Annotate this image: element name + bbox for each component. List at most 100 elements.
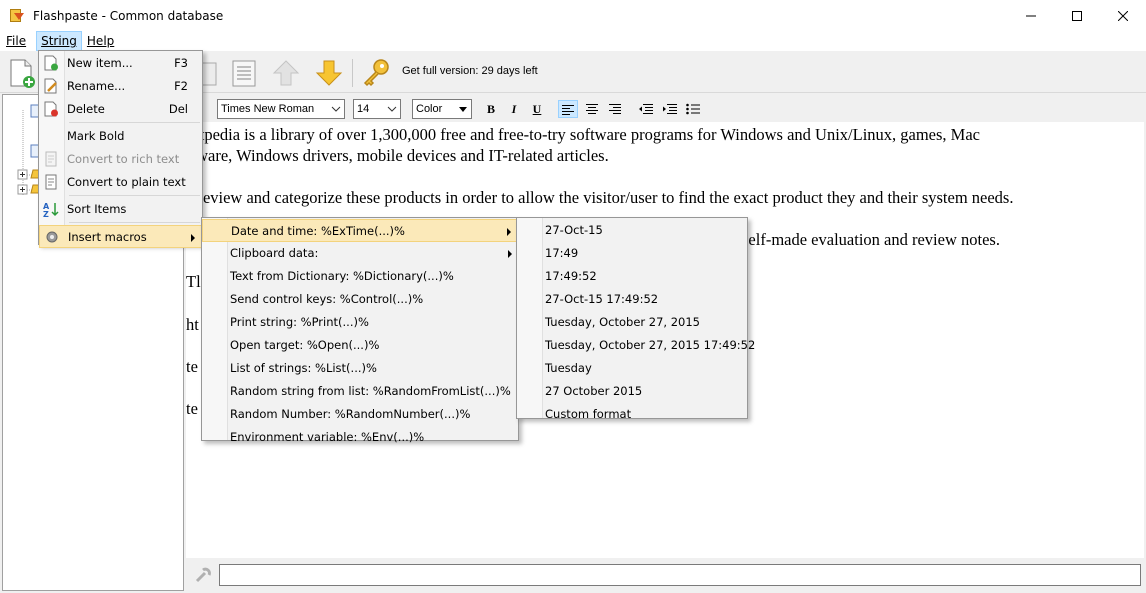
close-button[interactable] — [1100, 0, 1146, 31]
editor-line: e review and categorize these products i… — [186, 188, 1014, 207]
maximize-button[interactable] — [1054, 0, 1100, 31]
dropdown-arrow-icon — [459, 107, 467, 112]
new-document-icon[interactable] — [6, 57, 38, 89]
move-up-icon[interactable] — [270, 57, 302, 89]
menu-rename[interactable]: Rename... F2 — [39, 75, 202, 98]
align-center-button[interactable] — [582, 100, 602, 118]
submenu-arrow-icon — [507, 228, 511, 236]
italic-button[interactable]: I — [504, 100, 524, 118]
menu-delete-label: Delete — [67, 102, 105, 116]
font-family-select[interactable]: Times New Roman — [217, 99, 345, 119]
menu-convert-plain-text[interactable]: Convert to plain text — [39, 171, 202, 194]
editor-line: ht — [186, 315, 199, 334]
chevron-down-icon — [387, 106, 397, 112]
menu-string-label: String — [41, 34, 77, 48]
datetime-option-label: 27 October 2015 — [545, 384, 643, 398]
macro-control-keys[interactable]: Send control keys: %Control(...)% — [202, 288, 518, 311]
close-icon — [1118, 10, 1128, 21]
align-right-icon — [609, 104, 621, 114]
datetime-option-label: 27-Oct-15 — [545, 223, 603, 237]
menu-rename-shortcut: F2 — [174, 79, 188, 93]
chevron-down-icon — [331, 106, 341, 112]
plain-text-icon — [45, 174, 57, 190]
menu-mark-bold[interactable]: Mark Bold — [39, 125, 202, 148]
menu-help[interactable]: Help — [82, 31, 119, 51]
align-right-button[interactable] — [605, 100, 625, 118]
macro-environment[interactable]: Environment variable: %Env(...)% — [202, 426, 518, 449]
menu-delete-shortcut: Del — [168, 102, 188, 116]
bottom-bar — [186, 558, 1144, 591]
quick-input-field[interactable] — [219, 564, 1141, 586]
menu-mark-bold-label: Mark Bold — [67, 129, 125, 143]
editor-line: self-made evaluation and review notes. — [742, 230, 1000, 249]
color-select[interactable]: Color — [412, 99, 472, 119]
move-down-icon[interactable] — [313, 57, 345, 89]
datetime-option[interactable]: Tuesday — [517, 357, 747, 380]
macro-open-label: Open target: %Open(...)% — [230, 338, 380, 352]
delete-icon — [44, 101, 58, 117]
bullet-list-button[interactable] — [683, 100, 703, 118]
menu-convert-rich-text[interactable]: Convert to rich text — [39, 148, 202, 171]
macro-open[interactable]: Open target: %Open(...)% — [202, 334, 518, 357]
menu-file[interactable]: File — [1, 31, 31, 51]
submenu-arrow-icon — [508, 250, 512, 258]
outdent-button[interactable] — [636, 100, 656, 118]
maximize-icon — [1072, 10, 1082, 21]
trial-notice[interactable]: Get full version: 29 days left — [402, 65, 538, 77]
datetime-option[interactable]: 17:49 — [517, 242, 747, 265]
menu-new-item[interactable]: New item... F3 — [39, 52, 202, 75]
datetime-option[interactable]: 27-Oct-15 — [517, 219, 747, 242]
align-center-icon — [586, 104, 598, 114]
menu-insert-macros-label: Insert macros — [68, 230, 147, 244]
svg-text:Z: Z — [43, 210, 49, 217]
macro-dictionary[interactable]: Text from Dictionary: %Dictionary(...)% — [202, 265, 518, 288]
macro-random-from-list[interactable]: Random string from list: %RandomFromList… — [202, 380, 518, 403]
document-list-icon[interactable] — [228, 57, 260, 89]
datetime-custom-format[interactable]: Custom format — [517, 403, 747, 426]
macro-print[interactable]: Print string: %Print(...)% — [202, 311, 518, 334]
macro-random-from-list-label: Random string from list: %RandomFromList… — [230, 384, 511, 398]
menu-convert-plain-text-label: Convert to plain text — [67, 175, 186, 189]
macro-random-number[interactable]: Random Number: %RandomNumber(...)% — [202, 403, 518, 426]
menu-delete[interactable]: Delete Del — [39, 98, 202, 121]
menu-string[interactable]: String — [36, 31, 82, 51]
macro-date-time[interactable]: Date and time: %ExTime(...)% — [202, 219, 518, 242]
minimize-button[interactable] — [1008, 0, 1054, 31]
macro-clipboard[interactable]: Clipboard data: — [202, 242, 518, 265]
color-value: Color — [416, 103, 443, 115]
format-toolbar: Times New Roman 14 Color B I U — [186, 95, 1144, 122]
editor-line: te — [186, 399, 198, 418]
datetime-option[interactable]: Tuesday, October 27, 2015 — [517, 311, 747, 334]
tools-icon[interactable] — [194, 566, 212, 584]
bold-button[interactable]: B — [481, 100, 501, 118]
datetime-option[interactable]: 27-Oct-15 17:49:52 — [517, 288, 747, 311]
title-bar: Flashpaste - Common database — [0, 0, 1146, 31]
menu-new-item-shortcut: F3 — [174, 56, 188, 70]
macro-dictionary-label: Text from Dictionary: %Dictionary(...)% — [230, 269, 454, 283]
macro-random-number-label: Random Number: %RandomNumber(...)% — [230, 407, 471, 421]
menu-convert-rich-text-label: Convert to rich text — [67, 152, 180, 166]
datetime-option-label: Tuesday, October 27, 2015 17:49:52 — [545, 338, 756, 352]
underline-button[interactable]: U — [527, 100, 547, 118]
rename-icon — [44, 78, 57, 94]
datetime-option[interactable]: 27 October 2015 — [517, 380, 747, 403]
menu-sort-items[interactable]: AZ Sort Items — [39, 198, 202, 221]
align-left-icon — [562, 105, 574, 115]
editor-line: oftpedia is a library of over 1,300,000 … — [186, 125, 980, 144]
align-left-button[interactable] — [558, 100, 578, 118]
datetime-option[interactable]: 17:49:52 — [517, 265, 747, 288]
menu-new-item-label: New item... — [67, 56, 133, 70]
datetime-submenu: 27-Oct-15 17:49 17:49:52 27-Oct-15 17:49… — [516, 217, 755, 421]
macro-list[interactable]: List of strings: %List(...)% — [202, 357, 518, 380]
datetime-option-label: Tuesday — [545, 361, 592, 375]
menu-insert-macros[interactable]: Insert macros — [39, 225, 202, 248]
string-menu: New item... F3 Rename... F2 Delete Del M… — [38, 50, 203, 248]
key-icon[interactable] — [360, 57, 392, 89]
macro-print-label: Print string: %Print(...)% — [230, 315, 369, 329]
indent-button[interactable] — [660, 100, 680, 118]
datetime-option[interactable]: Tuesday, October 27, 2015 17:49:52 — [517, 334, 755, 357]
font-size-select[interactable]: 14 — [353, 99, 401, 119]
macro-clipboard-label: Clipboard data: — [230, 246, 319, 260]
sort-icon: AZ — [43, 202, 59, 217]
menu-help-label: Help — [86, 34, 115, 48]
